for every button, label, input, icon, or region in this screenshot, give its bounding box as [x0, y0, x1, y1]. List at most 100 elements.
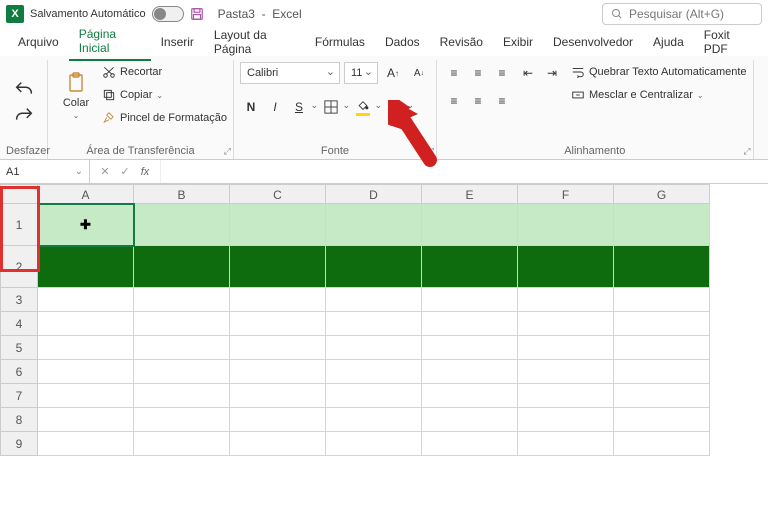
menu-ajuda[interactable]: Ajuda	[643, 31, 694, 53]
wrap-text-button[interactable]: Quebrar Texto Automaticamente	[571, 62, 747, 82]
menu-desenvolvedor[interactable]: Desenvolvedor	[543, 31, 643, 53]
cell[interactable]	[326, 288, 422, 312]
cell[interactable]	[422, 408, 518, 432]
cell[interactable]	[614, 204, 710, 246]
cell[interactable]	[518, 288, 614, 312]
bold-button[interactable]: N	[240, 96, 262, 118]
cell[interactable]	[134, 204, 230, 246]
cell[interactable]	[230, 312, 326, 336]
cell[interactable]	[134, 246, 230, 288]
cell[interactable]	[38, 384, 134, 408]
col-header[interactable]: E	[422, 184, 518, 204]
cell[interactable]	[422, 360, 518, 384]
cell[interactable]	[230, 360, 326, 384]
cell[interactable]	[230, 384, 326, 408]
cell[interactable]	[38, 408, 134, 432]
autosave-toggle[interactable]	[152, 6, 184, 22]
cut-button[interactable]: Recortar	[102, 62, 227, 82]
increase-indent-button[interactable]: ⇥	[541, 62, 563, 84]
row-header[interactable]: 1	[0, 204, 38, 246]
insert-function-button[interactable]: fx	[136, 163, 154, 181]
spreadsheet-grid[interactable]: A B C D E F G 1 ✚ 2 3456789	[0, 184, 768, 456]
menu-layout-da-página[interactable]: Layout da Página	[204, 24, 305, 60]
cell[interactable]	[518, 432, 614, 456]
cell[interactable]	[38, 246, 134, 288]
cell[interactable]	[518, 384, 614, 408]
fill-color-button[interactable]	[352, 96, 382, 118]
cell[interactable]	[230, 246, 326, 288]
cell[interactable]	[518, 336, 614, 360]
cell[interactable]	[326, 408, 422, 432]
row-header[interactable]: 5	[0, 336, 38, 360]
row-header[interactable]: 6	[0, 360, 38, 384]
row-header[interactable]: 8	[0, 408, 38, 432]
search-input[interactable]: Pesquisar (Alt+G)	[602, 3, 762, 25]
cell[interactable]	[614, 336, 710, 360]
cell[interactable]	[326, 204, 422, 246]
col-header[interactable]: D	[326, 184, 422, 204]
col-header[interactable]: F	[518, 184, 614, 204]
cell[interactable]	[614, 432, 710, 456]
cell[interactable]	[422, 432, 518, 456]
dialog-launcher-alignment[interactable]: ⤢	[743, 146, 750, 157]
align-top-button[interactable]: ≡	[443, 62, 465, 84]
align-middle-button[interactable]: ≡	[467, 62, 489, 84]
cell[interactable]	[326, 360, 422, 384]
cell[interactable]	[134, 432, 230, 456]
font-name-combo[interactable]: Calibri	[240, 62, 340, 84]
cancel-formula-button[interactable]: ✕	[96, 163, 114, 181]
align-bottom-button[interactable]: ≡	[491, 62, 513, 84]
cell[interactable]	[518, 312, 614, 336]
menu-fórmulas[interactable]: Fórmulas	[305, 31, 375, 53]
cell[interactable]	[230, 204, 326, 246]
align-left-button[interactable]: ≡	[443, 90, 465, 112]
cell[interactable]	[326, 432, 422, 456]
decrease-indent-button[interactable]: ⇤	[517, 62, 539, 84]
increase-font-button[interactable]: A↑	[382, 62, 404, 84]
cell[interactable]	[614, 384, 710, 408]
menu-exibir[interactable]: Exibir	[493, 31, 543, 53]
cell[interactable]	[422, 336, 518, 360]
cell[interactable]	[38, 432, 134, 456]
cell[interactable]: ✚	[38, 204, 134, 246]
dialog-launcher-clipboard[interactable]: ⤢	[224, 146, 231, 157]
save-icon[interactable]	[190, 7, 204, 21]
cell[interactable]	[38, 336, 134, 360]
col-header[interactable]: G	[614, 184, 710, 204]
decrease-font-button[interactable]: A↓	[408, 62, 430, 84]
cell[interactable]	[422, 312, 518, 336]
italic-button[interactable]: I	[264, 96, 286, 118]
cell[interactable]	[38, 360, 134, 384]
enter-formula-button[interactable]: ✓	[116, 163, 134, 181]
menu-página-inicial[interactable]: Página Inicial	[69, 23, 151, 61]
cell[interactable]	[614, 408, 710, 432]
row-header[interactable]: 7	[0, 384, 38, 408]
cell[interactable]	[134, 336, 230, 360]
cell[interactable]	[614, 246, 710, 288]
row-header[interactable]: 2	[0, 246, 38, 288]
cell[interactable]	[38, 312, 134, 336]
cell[interactable]	[518, 204, 614, 246]
cell[interactable]	[230, 432, 326, 456]
borders-button[interactable]	[320, 96, 350, 118]
cell[interactable]	[326, 312, 422, 336]
cell[interactable]	[134, 360, 230, 384]
dialog-launcher-font[interactable]: ⤢	[427, 146, 434, 157]
cell[interactable]	[422, 246, 518, 288]
cell[interactable]	[38, 288, 134, 312]
col-header[interactable]: B	[134, 184, 230, 204]
cell[interactable]	[422, 288, 518, 312]
paste-button[interactable]: Colar ⌄	[54, 62, 98, 128]
cell[interactable]	[518, 408, 614, 432]
cell[interactable]	[230, 336, 326, 360]
cell[interactable]	[326, 246, 422, 288]
cell[interactable]	[230, 408, 326, 432]
menu-revisão[interactable]: Revisão	[430, 31, 493, 53]
cell[interactable]	[518, 246, 614, 288]
format-painter-button[interactable]: Pincel de Formatação	[102, 108, 227, 128]
cell[interactable]	[614, 360, 710, 384]
menu-dados[interactable]: Dados	[375, 31, 430, 53]
font-size-combo[interactable]: 11	[344, 62, 378, 84]
merge-center-button[interactable]: Mesclar e Centralizar ⌄	[571, 85, 747, 105]
underline-button[interactable]: S	[288, 96, 318, 118]
